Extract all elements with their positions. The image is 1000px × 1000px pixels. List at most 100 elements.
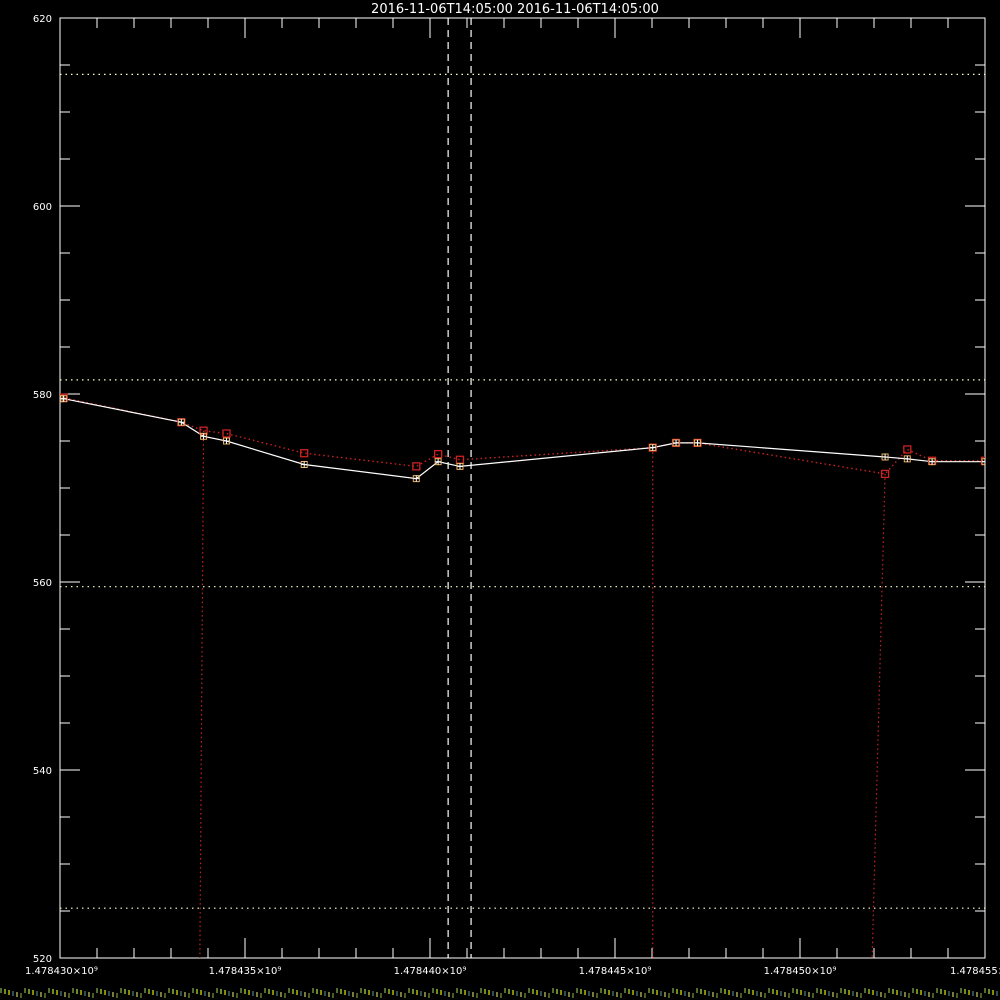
y-tick-label: 600 [33,202,52,213]
data-point-square [222,429,231,438]
noise-pixel [192,988,194,993]
noise-pixel [484,989,486,994]
noise-pixel [20,993,22,998]
noise-pixel [444,991,446,996]
noise-pixel [4,989,6,994]
noise-pixel [596,993,598,998]
noise-pixel [476,993,478,998]
noise-pixel [732,991,734,996]
noise-pixel [688,992,690,997]
noise-pixel [800,990,802,995]
noise-pixel [416,990,418,995]
noise-pixel [940,989,942,994]
noise-pixel [492,991,494,996]
noise-pixel [212,993,214,998]
noise-pixel [100,989,102,994]
noise-pixel [224,990,226,995]
noise-pixel [964,989,966,994]
noise-pixel [868,989,870,994]
noise-pixel [704,990,706,995]
noise-pixel [160,992,162,997]
noise-pixel [944,990,946,995]
dropout-line [871,473,886,958]
noise-pixel [632,990,634,995]
noise-pixel [0,988,2,993]
noise-pixel [900,991,902,996]
noise-pixel [236,993,238,998]
noise-pixel [216,988,218,993]
noise-pixel [140,993,142,998]
noise-pixel [424,992,426,997]
noise-pixel [272,990,274,995]
noise-pixel [628,989,630,994]
x-tick-label: 1.478440×10⁹ [394,966,467,977]
noise-pixel [64,992,66,997]
noise-pixel [96,988,98,993]
noise-pixel [716,993,718,998]
noise-pixel [392,990,394,995]
noise-pixel [56,990,58,995]
noise-pixel [544,992,546,997]
noise-pixel [156,991,158,996]
noise-pixel [120,988,122,993]
noise-pixel [176,990,178,995]
y-tick-label: 620 [33,14,52,25]
noise-pixel [24,988,26,993]
noise-pixel [784,992,786,997]
noise-pixel [692,993,694,998]
noise-pixel [356,993,358,998]
noise-pixel [864,988,866,993]
noise-pixel [588,991,590,996]
noise-pixel [420,991,422,996]
noise-pixel [832,992,834,997]
noise-pixel [388,989,390,994]
noise-pixel [564,991,566,996]
noise-pixel [968,990,970,995]
noise-pixel [976,992,978,997]
noise-pixel [244,989,246,994]
noise-pixel [844,989,846,994]
noise-pixel [548,993,550,998]
noise-pixel [652,989,654,994]
noise-pixel [684,991,686,996]
noise-pixel [676,989,678,994]
noise-pixel [456,988,458,993]
noise-pixel [284,993,286,998]
noise-pixel [80,990,82,995]
noise-pixel [52,989,54,994]
noise-pixel [260,993,262,998]
noise-pixel [824,990,826,995]
noise-pixel [516,991,518,996]
noise-pixel [820,989,822,994]
noise-pixel [836,993,838,998]
noise-pixel [376,992,378,997]
noise-pixel [508,989,510,994]
noise-pixel [76,989,78,994]
noise-pixel [44,993,46,998]
noise-pixel [616,992,618,997]
noise-pixel [768,988,770,993]
noise-pixel [308,993,310,998]
noise-pixel [116,993,118,998]
noise-pixel [512,990,514,995]
noise-pixel [660,991,662,996]
plot-frame [59,17,986,959]
noise-pixel [720,988,722,993]
noise-pixel [180,991,182,996]
noise-pixel [936,988,938,993]
noise-pixel [664,992,666,997]
x-tick-label: 1.478455×10⁹ [950,966,1000,977]
noise-pixel [648,988,650,993]
noise-pixel [908,993,910,998]
noise-pixel [804,991,806,996]
data-point-square [455,455,465,464]
x-tick-label: 1.478435×10⁹ [209,966,282,977]
noise-pixel [532,989,534,994]
noise-pixel [920,990,922,995]
noise-pixel [840,988,842,993]
noise-pixel [856,992,858,997]
noise-pixel [696,988,698,993]
noise-pixel [644,993,646,998]
noise-pixel [848,990,850,995]
noise-pixel [404,993,406,998]
